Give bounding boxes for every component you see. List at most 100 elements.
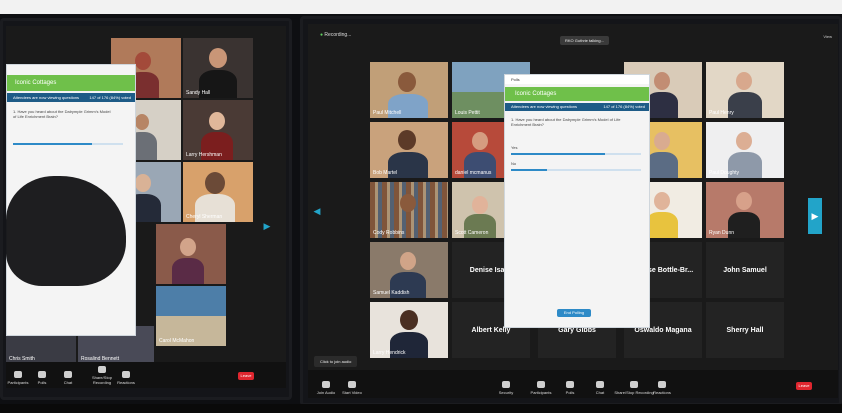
person-head bbox=[398, 130, 416, 150]
poll-title: Polls bbox=[511, 77, 520, 82]
person-head bbox=[472, 196, 488, 214]
participant-name: Larry Hershman bbox=[186, 152, 222, 158]
participant-name: Scott Cameron bbox=[455, 230, 489, 236]
poll-option-yes: Yes bbox=[511, 145, 518, 150]
video-tile[interactable]: Samuel Kaddish bbox=[370, 242, 448, 298]
person-head bbox=[472, 132, 488, 150]
participant-name: Ryan Dunn bbox=[709, 230, 735, 236]
person-head bbox=[398, 72, 416, 92]
person-head bbox=[654, 72, 670, 90]
person-head bbox=[180, 238, 196, 256]
polls-button[interactable]: Polls bbox=[558, 381, 582, 395]
chat-button[interactable]: Chat bbox=[588, 381, 612, 395]
person-head bbox=[400, 194, 416, 212]
video-tile[interactable]: Cheryl Sherman bbox=[183, 162, 253, 222]
view-button[interactable]: View bbox=[823, 34, 832, 39]
video-tile[interactable]: Paul Mitchell bbox=[370, 62, 448, 118]
start-video-button[interactable]: Start Video bbox=[340, 381, 364, 395]
join-audio-button[interactable]: Join Audio bbox=[314, 381, 338, 395]
end-button[interactable]: Leave bbox=[796, 382, 812, 390]
end-polling-button[interactable]: End Polling bbox=[557, 309, 591, 317]
video-tile[interactable]: Paul Henry bbox=[706, 62, 784, 118]
talking-label: RKO Guthrie talking... bbox=[565, 38, 604, 43]
headphones-icon bbox=[322, 381, 330, 388]
person-head bbox=[736, 132, 752, 150]
person-body bbox=[646, 92, 678, 118]
video-tile[interactable] bbox=[156, 224, 226, 284]
person-head bbox=[654, 132, 670, 150]
person-body bbox=[646, 212, 678, 238]
polls-button[interactable]: Polls bbox=[30, 371, 54, 385]
person-head bbox=[654, 192, 670, 210]
polls-icon bbox=[38, 371, 46, 378]
participant-name: Bob Martel bbox=[373, 170, 398, 176]
participants-button[interactable]: Participants bbox=[526, 381, 556, 395]
next-page-arrow[interactable]: ▶ bbox=[262, 218, 272, 234]
reactions-button[interactable]: Reactions bbox=[114, 371, 138, 385]
poll-status-left: Attendees are now viewing questions bbox=[511, 104, 578, 109]
participant-name: Paul Henry bbox=[709, 110, 734, 116]
desk bbox=[0, 404, 842, 413]
video-tile[interactable]: Cody Robbins bbox=[370, 182, 448, 238]
poll-heading: Iconic Cottages bbox=[15, 80, 57, 86]
participants-button[interactable]: Participants bbox=[6, 371, 30, 385]
person-head bbox=[736, 72, 752, 90]
person-head bbox=[205, 172, 225, 194]
poll-yes-fill bbox=[13, 143, 93, 145]
reactions-button[interactable]: Reactions bbox=[650, 381, 674, 395]
share-button[interactable]: Share/Stop Recording bbox=[614, 381, 654, 395]
video-tile[interactable]: Larry Hendrick bbox=[370, 302, 448, 358]
video-tile[interactable]: Scott Cameron bbox=[452, 182, 510, 238]
poll-status-left: Attendees are now viewing questions bbox=[13, 95, 80, 100]
poll-vote-count: 147 of 176 (84%) voted bbox=[603, 104, 645, 109]
poll-header: Iconic Cottages bbox=[7, 75, 135, 91]
name-tile[interactable]: Sherry Hall bbox=[706, 302, 784, 358]
video-camera-icon bbox=[348, 381, 356, 388]
participant-name: Paul Mitchell bbox=[373, 110, 402, 116]
poll-question: 1. Have you heard about the Dalrymple Gr… bbox=[13, 109, 111, 119]
person-body bbox=[172, 258, 204, 284]
person-head bbox=[209, 48, 227, 68]
share-icon bbox=[98, 366, 106, 373]
participant-name: Samuel Kaddish bbox=[373, 290, 410, 296]
video-tile[interactable]: Bob Martel bbox=[370, 122, 448, 178]
participant-name: Sandy Hall bbox=[186, 90, 211, 96]
recording-dot-icon: ● bbox=[320, 32, 324, 38]
person-head bbox=[400, 252, 416, 270]
reactions-icon bbox=[122, 371, 130, 378]
end-button[interactable]: Leave bbox=[238, 372, 254, 380]
security-button[interactable]: Security bbox=[494, 381, 518, 395]
participants-icon bbox=[537, 381, 545, 388]
poll-yes-bar bbox=[511, 153, 641, 155]
video-tile[interactable]: Paul Doughty bbox=[706, 122, 784, 178]
poll-header: Iconic Cottages bbox=[505, 87, 649, 101]
participant-name: Louis Pettit bbox=[455, 110, 480, 116]
prev-page-arrow[interactable]: ◀ bbox=[312, 204, 322, 218]
right-screen: ● Recording... RKO Guthrie talking... Vi… bbox=[308, 24, 838, 398]
poll-status-band: Attendees are now viewing questions 147 … bbox=[505, 103, 649, 111]
recording-indicator: ● Recording... bbox=[320, 32, 351, 38]
video-tile[interactable]: Sandy Hall bbox=[183, 38, 253, 98]
video-tile[interactable]: Ryan Dunn bbox=[706, 182, 784, 238]
person-head bbox=[135, 174, 151, 192]
next-page-arrow[interactable]: ▶ bbox=[808, 198, 822, 234]
participant-name: Carol McMahon bbox=[159, 338, 195, 344]
person-head bbox=[400, 310, 418, 330]
video-tile[interactable]: daniel mcmanus bbox=[452, 122, 510, 178]
chat-icon bbox=[64, 371, 72, 378]
participant-name: daniel mcmanus bbox=[455, 170, 492, 176]
reactions-icon bbox=[658, 381, 666, 388]
poll-yes-bar bbox=[13, 143, 123, 145]
video-tile[interactable]: Carol McMahon bbox=[156, 286, 226, 346]
poll-no-fill bbox=[511, 169, 548, 171]
chat-button[interactable]: Chat bbox=[56, 371, 80, 385]
poll-status-band: Attendees are now viewing questions 147 … bbox=[7, 93, 135, 102]
person-head bbox=[135, 114, 149, 130]
participant-name: Larry Hendrick bbox=[373, 350, 406, 356]
name-tile[interactable]: John Samuel bbox=[706, 242, 784, 298]
participant-name: Paul Doughty bbox=[709, 170, 740, 176]
video-tile[interactable]: Larry Hershman bbox=[183, 100, 253, 160]
share-icon bbox=[630, 381, 638, 388]
join-audio-tooltip: Click to join audio bbox=[314, 356, 358, 367]
poll-window[interactable]: Polls Iconic Cottages Attendees are now … bbox=[504, 74, 650, 328]
